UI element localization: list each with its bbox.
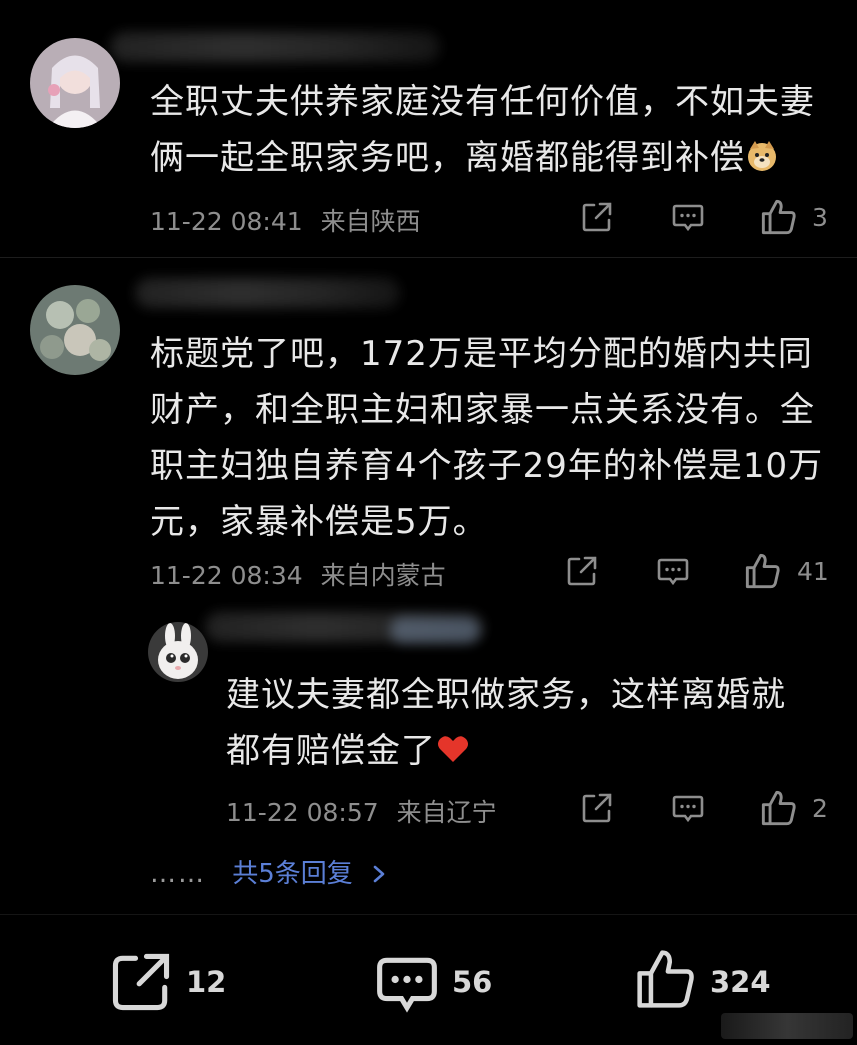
avatar[interactable] (30, 38, 120, 128)
comment-meta: 11-22 08:41 来自陕西 (150, 202, 421, 238)
share-icon[interactable] (110, 951, 172, 1013)
comment-count: 56 (452, 965, 493, 999)
comment-line: 俩一起全职家务吧，离婚都能得到补偿 (150, 130, 815, 186)
timestamp: 11-22 08:57 (226, 798, 379, 827)
username-blurred-highlight (390, 617, 480, 643)
comment-line-text: 俩一起全职家务吧，离婚都能得到补偿 (150, 138, 745, 178)
reply-text: 建议夫妻都全职做家务，这样离婚就 都有赔偿金了 (226, 667, 786, 779)
divider (0, 257, 857, 258)
avatar[interactable] (148, 622, 208, 682)
comment-text: 全职丈夫供养家庭没有任何价值，不如夫妻 俩一起全职家务吧，离婚都能得到补偿 (150, 74, 815, 186)
timestamp: 11-22 08:41 (150, 207, 303, 236)
share-count: 12 (186, 965, 227, 999)
reply-meta: 11-22 08:57 来自辽宁 (226, 793, 497, 829)
reply-line: 建议夫妻都全职做家务，这样离婚就 (226, 675, 786, 715)
more-replies-link[interactable]: …… 共5条回复 (150, 853, 387, 890)
username-blurred[interactable] (135, 278, 400, 308)
like-count: 3 (812, 203, 828, 232)
comment-text: 标题党了吧，172万是平均分配的婚内共同 财产，和全职主妇和家暴一点关系没有。全… (150, 326, 823, 550)
comment-line: 元，家暴补偿是5万。 (150, 502, 488, 542)
like-icon[interactable] (634, 947, 698, 1011)
reply-line: 都有赔偿金了 (226, 723, 786, 779)
like-count: 41 (797, 557, 829, 586)
like-count: 324 (710, 965, 771, 999)
comment-line: 财产，和全职主妇和家暴一点关系没有。全 (150, 390, 815, 430)
comment-icon[interactable] (376, 953, 438, 1015)
comment-line: 标题党了吧，172万是平均分配的婚内共同 (150, 334, 813, 374)
red-heart-emoji (436, 727, 470, 762)
comment-line: 全职丈夫供养家庭没有任何价值，不如夫妻 (150, 82, 815, 122)
like-icon[interactable] (760, 198, 798, 236)
comment-line: 职主妇独自养育4个孩子29年的补偿是10万 (150, 446, 824, 486)
comment-icon[interactable] (671, 200, 705, 234)
comment-meta: 11-22 08:34 来自内蒙古 (150, 556, 446, 592)
ellipsis: …… (150, 859, 206, 889)
share-icon[interactable] (580, 200, 614, 234)
doge-emoji (745, 134, 779, 171)
location: 来自内蒙古 (320, 561, 446, 590)
share-icon[interactable] (580, 791, 614, 825)
comment-icon[interactable] (656, 554, 690, 588)
like-icon[interactable] (744, 552, 782, 590)
more-replies-label: 共5条回复 (232, 859, 353, 889)
location: 来自陕西 (320, 207, 421, 236)
watermark (721, 1013, 853, 1039)
location: 来自辽宁 (396, 798, 497, 827)
username-blurred[interactable] (110, 32, 440, 62)
comment-icon[interactable] (671, 791, 705, 825)
avatar[interactable] (30, 285, 120, 375)
reply-line-text: 都有赔偿金了 (226, 731, 436, 771)
share-icon[interactable] (565, 554, 599, 588)
timestamp: 11-22 08:34 (150, 561, 303, 590)
chevron-right-icon (371, 861, 387, 883)
like-count: 2 (812, 794, 828, 823)
like-icon[interactable] (760, 789, 798, 827)
